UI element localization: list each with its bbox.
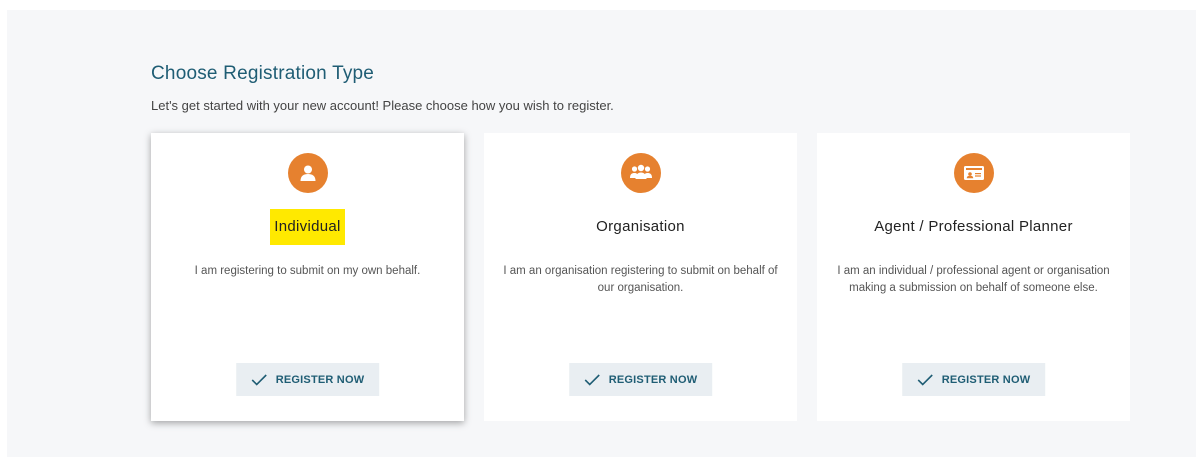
register-now-label: REGISTER NOW	[275, 373, 365, 386]
register-now-label: REGISTER NOW	[941, 373, 1031, 386]
person-icon	[287, 153, 328, 193]
card-title: Individual	[151, 209, 464, 245]
card-description: I am an organisation registering to subm…	[503, 265, 778, 294]
card-title-text: Organisation	[596, 218, 685, 235]
id-card-icon	[953, 153, 994, 193]
page-subtitle: Let's get started with your new account!…	[151, 98, 614, 113]
check-icon	[251, 373, 267, 386]
card-title: Organisation	[484, 209, 797, 245]
check-icon	[917, 373, 933, 386]
card-description: I am an individual / professional agent …	[837, 265, 1110, 294]
card-title: Agent / Professional Planner	[817, 209, 1130, 245]
registration-card-agent[interactable]: Agent / Professional Planner I am an ind…	[817, 133, 1130, 421]
registration-card-organisation[interactable]: Organisation I am an organisation regist…	[484, 133, 797, 421]
card-title-text: Agent / Professional Planner	[874, 218, 1073, 235]
check-icon	[584, 373, 600, 386]
register-now-button-organisation[interactable]: REGISTER NOW	[568, 363, 713, 396]
page-title: Choose Registration Type	[151, 63, 375, 84]
register-now-button-individual[interactable]: REGISTER NOW	[235, 363, 380, 396]
registration-card-individual[interactable]: Individual I am registering to submit on…	[151, 133, 464, 421]
card-description: I am registering to submit on my own beh…	[194, 265, 421, 277]
card-title-text: Individual	[270, 209, 345, 245]
group-icon	[620, 153, 661, 193]
register-now-button-agent[interactable]: REGISTER NOW	[901, 363, 1046, 396]
register-now-label: REGISTER NOW	[608, 373, 698, 386]
